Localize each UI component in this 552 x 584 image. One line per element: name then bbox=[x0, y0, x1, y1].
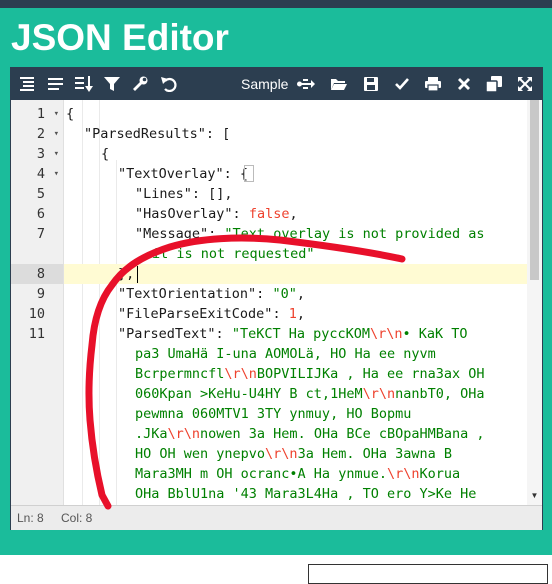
line-number: 8 bbox=[36, 266, 45, 282]
line-number: 2 bbox=[36, 126, 45, 142]
vertical-scrollbar[interactable]: ▼ bbox=[527, 100, 542, 505]
code-line-3: { bbox=[101, 146, 110, 162]
fold-toggle[interactable]: ▾ bbox=[54, 104, 59, 124]
code-line-11-wrap: pa3 UmaHä I-una AOMOLä, HO Ha ee nyvm bbox=[135, 346, 436, 362]
repair-icon[interactable] bbox=[129, 68, 151, 100]
code-line-6: "HasOverlay": false, bbox=[135, 206, 298, 222]
code-line-8: }, bbox=[64, 264, 527, 284]
filter-icon[interactable] bbox=[101, 68, 123, 100]
code-line-4: "TextOverlay": { bbox=[118, 166, 249, 182]
line-gutter: 1 ▾ 2 ▾ 3 ▾ 4 ▾ 5 6 7 8 9 10 11 bbox=[11, 100, 64, 505]
gutter-line-10: 10 bbox=[11, 304, 63, 324]
scroll-down-arrow-icon[interactable]: ▼ bbox=[527, 491, 542, 503]
undo-icon[interactable] bbox=[157, 68, 181, 100]
app-container: JSON Editor Sample 1 ▾ 2 ▾ 3 ▾ 4 ▾ 5 6 7… bbox=[0, 8, 552, 555]
code-line-11-wrap: Mara3MH m OH ocranc•A Ha ynmue.\r\nKorua bbox=[135, 466, 461, 482]
fullscreen-icon[interactable] bbox=[514, 68, 536, 100]
gutter-line-2: 2 ▾ bbox=[11, 124, 63, 144]
code-line-11-wrap: 060Kpan >KeHu-U4HY B ct,1HeM\r\nnanbT0, … bbox=[135, 386, 485, 402]
line-number: 10 bbox=[28, 306, 45, 322]
line-number: 5 bbox=[36, 186, 45, 202]
code-line-1: { bbox=[66, 106, 75, 122]
gutter-line-9: 9 bbox=[11, 284, 63, 304]
cursor-column-label: Col: 8 bbox=[61, 511, 93, 525]
text-cursor bbox=[137, 266, 138, 283]
upload-icon[interactable] bbox=[295, 68, 317, 100]
code-area[interactable]: { "ParsedResults": [ { "TextOverlay": { … bbox=[64, 100, 527, 505]
line-number: 3 bbox=[36, 146, 45, 162]
code-line-11: "ParsedText": "TeKCT Ha pyccKOM\r\n• KaK… bbox=[118, 326, 468, 342]
sort-icon[interactable] bbox=[73, 68, 95, 100]
code-line-11-wrap: OHa BblU1na '43 Mara3L4Ha , TO ero Y>Ke … bbox=[135, 486, 477, 502]
bracket-match-marker bbox=[244, 165, 254, 182]
status-bar: Ln: 8 Col: 8 bbox=[11, 505, 542, 530]
json-editor: Sample 1 ▾ 2 ▾ 3 ▾ 4 ▾ 5 6 7 8 9 10 11 {… bbox=[10, 67, 543, 530]
fold-toggle[interactable]: ▾ bbox=[54, 124, 59, 144]
page-title: JSON Editor bbox=[11, 17, 229, 58]
print-icon[interactable] bbox=[422, 68, 444, 100]
sample-button[interactable]: Sample bbox=[241, 68, 288, 100]
fold-toggle[interactable]: ▾ bbox=[54, 144, 59, 164]
top-strip bbox=[0, 0, 552, 8]
code-line-10: "FileParseExitCode": 1, bbox=[118, 306, 305, 322]
code-line-5: "Lines": [], bbox=[135, 186, 233, 202]
cursor-line-label: Ln: 8 bbox=[17, 511, 44, 525]
format-icon[interactable] bbox=[17, 68, 39, 100]
line-number: 1 bbox=[36, 106, 45, 122]
editor-toolbar: Sample bbox=[11, 68, 542, 100]
code-line-7: "Message": "Text overlay is not provided… bbox=[135, 226, 485, 242]
clear-icon[interactable] bbox=[453, 68, 475, 100]
line-number: 9 bbox=[36, 286, 45, 302]
gutter-line-6: 6 bbox=[11, 204, 63, 224]
copy-icon[interactable] bbox=[483, 68, 505, 100]
gutter-line-11: 11 bbox=[11, 324, 63, 344]
scrollbar-thumb[interactable] bbox=[530, 100, 539, 280]
code-line-11-wrap: pewmna 060MTV1 3TY ynmuy, HO Bopmu bbox=[135, 406, 412, 422]
fold-toggle[interactable]: ▾ bbox=[54, 164, 59, 184]
compact-icon[interactable] bbox=[45, 68, 67, 100]
code-line-9: "TextOrientation": "0", bbox=[118, 286, 305, 302]
code-line-11-wrap: HO OH wen ynepvo\r\n3a Hem. OHa 3awna B bbox=[135, 446, 452, 462]
validate-icon[interactable] bbox=[391, 68, 413, 100]
line-number: 7 bbox=[36, 226, 45, 242]
line-number: 11 bbox=[28, 326, 45, 342]
gutter-line-4: 4 ▾ bbox=[11, 164, 63, 184]
editor-body: 1 ▾ 2 ▾ 3 ▾ 4 ▾ 5 6 7 8 9 10 11 { "ParsedRes… bbox=[11, 100, 542, 505]
gutter-line-7: 7 bbox=[11, 224, 63, 244]
line-number: 6 bbox=[36, 206, 45, 222]
line-number: 4 bbox=[36, 166, 45, 182]
output-field[interactable] bbox=[308, 564, 548, 584]
code-line-7-wrap: it is not requested" bbox=[152, 246, 315, 262]
open-file-icon[interactable] bbox=[328, 68, 350, 100]
code-line-11-wrap: Bcrpermncfl\r\nBOPVILIJKa , Ha ee rna3ax… bbox=[135, 366, 485, 382]
gutter-line-1: 1 ▾ bbox=[11, 104, 63, 124]
code-line-11-wrap: .JKa\r\nnowen 3a Hem. OHa BCe cBOpaHMBan… bbox=[135, 426, 485, 442]
save-icon[interactable] bbox=[360, 68, 382, 100]
code-line-2: "ParsedResults": [ bbox=[84, 126, 231, 142]
gutter-line-8: 8 bbox=[11, 264, 63, 284]
gutter-line-3: 3 ▾ bbox=[11, 144, 63, 164]
gutter-line-5: 5 bbox=[11, 184, 63, 204]
